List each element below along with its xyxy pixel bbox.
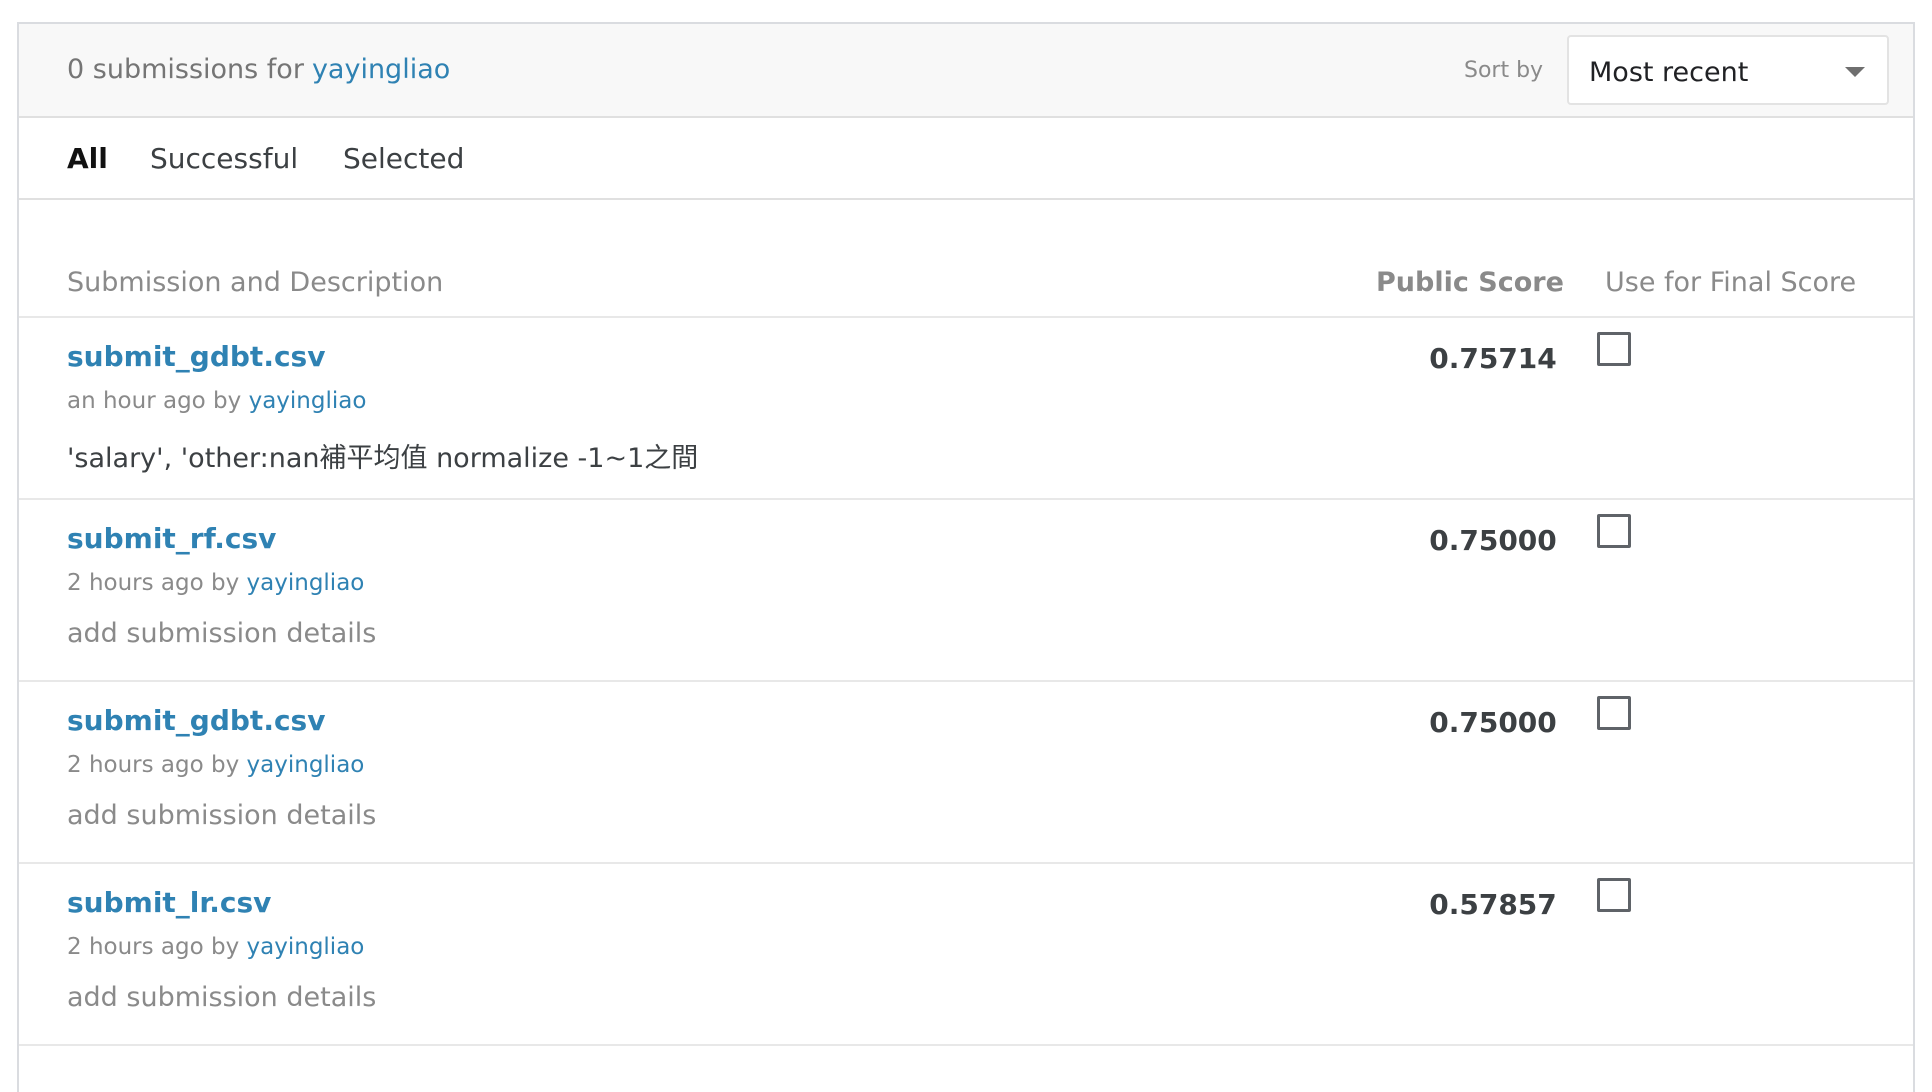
column-header-final-score: Use for Final Score	[1605, 267, 1857, 298]
final-score-checkbox[interactable]	[1597, 514, 1631, 548]
table-row: submit_gdbt.csv 2 hours ago by yayinglia…	[19, 682, 1913, 864]
public-score: 0.57857	[1429, 888, 1557, 921]
chevron-down-icon	[1845, 67, 1865, 77]
submission-meta: 2 hours ago by yayingliao	[67, 934, 364, 960]
submission-meta: 2 hours ago by yayingliao	[67, 570, 364, 596]
submission-meta: an hour ago by yayingliao	[67, 388, 366, 414]
table-row: submit_lr.csv 2 hours ago by yayingliao …	[19, 864, 1913, 1046]
submissions-header: 0 submissions for yayingliao Sort by Most…	[19, 24, 1913, 118]
submission-file-link[interactable]: submit_lr.csv	[67, 886, 271, 919]
submission-file-link[interactable]: submit_rf.csv	[67, 522, 276, 555]
sort-dropdown-value: Most recent	[1589, 57, 1749, 88]
public-score: 0.75000	[1429, 524, 1557, 557]
submissions-panel: 0 submissions for yayingliao Sort by Most…	[17, 22, 1915, 1092]
header-user-link[interactable]: yayingliao	[312, 54, 450, 85]
final-score-checkbox[interactable]	[1597, 332, 1631, 366]
column-header-submission: Submission and Description	[67, 267, 444, 298]
column-header-public-score: Public Score	[1376, 267, 1564, 298]
submission-count-label: 0 submissions for	[67, 54, 304, 85]
submission-count: 0 submissions for yayingliao	[67, 54, 450, 85]
submission-user-link[interactable]: yayingliao	[247, 934, 365, 960]
sort-label: Sort by	[1464, 58, 1544, 83]
final-score-checkbox[interactable]	[1597, 878, 1631, 912]
submission-time: an hour ago by	[67, 388, 242, 414]
submission-meta: 2 hours ago by yayingliao	[67, 752, 364, 778]
table-row: submit_rf.csv 2 hours ago by yayingliao …	[19, 500, 1913, 682]
add-submission-details-link[interactable]: add submission details	[67, 800, 376, 831]
final-score-checkbox[interactable]	[1597, 696, 1631, 730]
filter-tabs: All Successful Selected	[19, 118, 1913, 200]
table-row: submit_gdbt.csv an hour ago by yayinglia…	[19, 318, 1913, 500]
submission-time: 2 hours ago by	[67, 934, 240, 960]
tab-selected[interactable]: Selected	[343, 142, 464, 175]
submission-user-link[interactable]: yayingliao	[247, 752, 365, 778]
add-submission-details-link[interactable]: add submission details	[67, 618, 376, 649]
tab-successful[interactable]: Successful	[150, 142, 298, 175]
submission-description: 'salary', 'other:nan補平均值 normalize -1~1之…	[67, 443, 699, 474]
submission-user-link[interactable]: yayingliao	[247, 570, 365, 596]
submission-time: 2 hours ago by	[67, 752, 240, 778]
submission-user-link[interactable]: yayingliao	[249, 388, 367, 414]
public-score: 0.75000	[1429, 706, 1557, 739]
add-submission-details-link[interactable]: add submission details	[67, 982, 376, 1013]
tab-all[interactable]: All	[67, 142, 108, 175]
submission-file-link[interactable]: submit_gdbt.csv	[67, 340, 325, 373]
submission-time: 2 hours ago by	[67, 570, 240, 596]
public-score: 0.75714	[1429, 342, 1557, 375]
sort-dropdown[interactable]: Most recent	[1567, 35, 1889, 105]
submission-file-link[interactable]: submit_gdbt.csv	[67, 704, 325, 737]
